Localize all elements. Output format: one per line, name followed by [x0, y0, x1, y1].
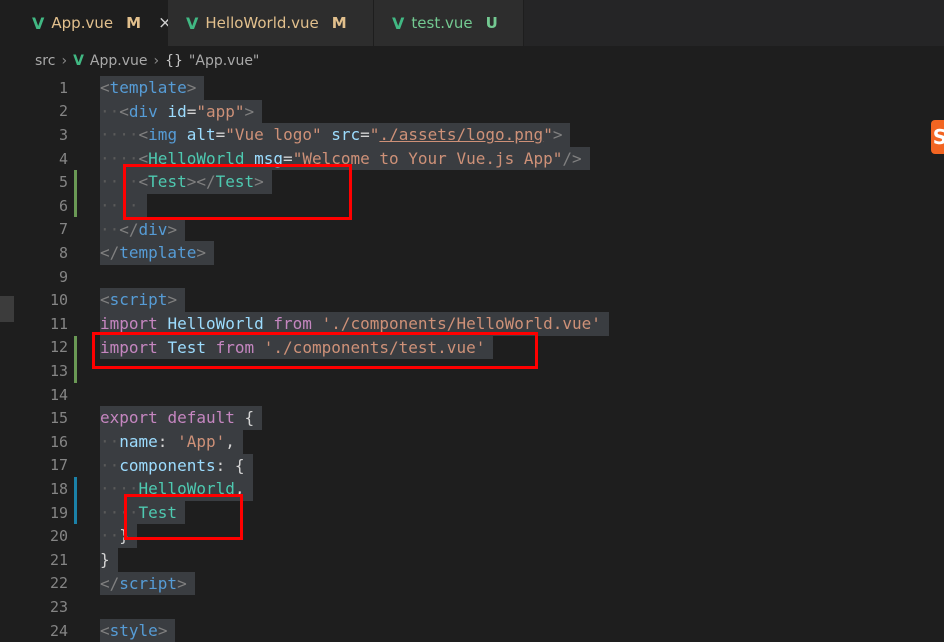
line-number: 3	[58, 125, 68, 144]
line-code: }	[100, 548, 118, 572]
tab-test-vue[interactable]: V test.vue U	[374, 0, 524, 46]
annotation-box-components-test	[124, 494, 243, 540]
line-number: 24	[49, 621, 68, 640]
vue-icon: V	[186, 13, 199, 33]
chevron-right-icon: ›	[153, 53, 160, 69]
line-number: 16	[49, 432, 68, 451]
breadcrumb-folder[interactable]: src	[35, 53, 55, 69]
code-line: 24 <style>	[0, 618, 944, 642]
tab-helloworld-vue[interactable]: V HelloWorld.vue M	[168, 0, 374, 46]
code-line: 10 <script>	[0, 288, 944, 312]
tab-bar-edge	[0, 0, 14, 46]
line-number: 8	[58, 243, 68, 262]
line-number: 5	[58, 173, 68, 192]
chevron-right-icon: ›	[61, 53, 68, 69]
line-code: </script>	[100, 571, 195, 596]
line-code: ··name: 'App',	[100, 430, 243, 454]
code-line: 23	[0, 595, 944, 619]
untracked-flag: U	[485, 14, 498, 32]
code-line: 8 </template>	[0, 241, 944, 265]
line-number: 1	[58, 78, 68, 97]
code-editor[interactable]: 1 <template> 2 ··<div id="app"> 3 ····<i…	[0, 76, 944, 642]
line-number: 10	[49, 291, 68, 310]
annotation-box-template-test	[123, 164, 352, 220]
line-number: 15	[49, 409, 68, 428]
tab-label: test.vue	[411, 14, 473, 32]
tab-label: HelloWorld.vue	[205, 14, 319, 32]
line-number: 14	[49, 385, 68, 404]
vue-icon: V	[32, 13, 45, 33]
floating-extension-icon[interactable]: S	[931, 120, 944, 154]
code-line: 14	[0, 383, 944, 407]
symbol-braces-icon: {}	[165, 53, 183, 69]
line-number: 22	[49, 574, 68, 593]
line-number: 4	[58, 149, 68, 168]
line-number: 9	[58, 267, 68, 286]
code-line: 3 ····<img alt="Vue logo" src="./assets/…	[0, 123, 944, 147]
vue-icon: V	[392, 13, 405, 33]
code-line: 22 </script>	[0, 571, 944, 596]
breadcrumb-file[interactable]: App.vue	[90, 53, 148, 69]
tab-app-vue[interactable]: V App.vue M ×	[14, 0, 172, 46]
modified-flag: M	[126, 14, 142, 32]
line-code: <script>	[100, 288, 186, 312]
line-number: 6	[58, 196, 68, 215]
line-number: 7	[58, 220, 68, 239]
vue-icon: V	[73, 53, 84, 69]
line-code: <template>	[100, 76, 205, 100]
code-line: 2 ··<div id="app">	[0, 99, 944, 124]
code-line: 21 }	[0, 548, 944, 572]
code-line: 1 <template>	[0, 76, 944, 100]
code-line: 16 ··name: 'App',	[0, 430, 944, 454]
line-code: ··<div id="app">	[100, 99, 263, 124]
line-number: 13	[49, 361, 68, 380]
tab-label: App.vue	[51, 14, 114, 32]
code-line: 17 ··components: {	[0, 453, 944, 478]
link-asset-path[interactable]: ./assets/logo.png	[379, 125, 543, 144]
line-code: ····<img alt="Vue logo" src="./assets/lo…	[100, 123, 571, 147]
line-number: 11	[49, 314, 68, 333]
line-code: ··</div>	[100, 217, 186, 242]
line-number: 18	[49, 479, 68, 498]
code-line: 7 ··</div>	[0, 217, 944, 242]
line-code: </template>	[100, 241, 214, 265]
line-number: 19	[49, 503, 68, 522]
editor-tab-bar: V App.vue M × V HelloWorld.vue M V test.…	[0, 0, 944, 46]
line-code: export default {	[100, 406, 263, 430]
line-number: 23	[49, 597, 68, 616]
line-number: 20	[49, 527, 68, 546]
code-line: 15 export default {	[0, 406, 944, 430]
line-code: ··components: {	[100, 453, 253, 478]
line-number: 17	[49, 456, 68, 475]
line-code: <style>	[100, 618, 176, 642]
line-number: 21	[49, 550, 68, 569]
breadcrumb-symbol[interactable]: "App.vue"	[189, 53, 259, 69]
breadcrumb: src › V App.vue › {} "App.vue"	[0, 46, 944, 76]
line-number: 2	[58, 102, 68, 121]
modified-flag: M	[331, 14, 347, 32]
line-number: 12	[49, 338, 68, 357]
annotation-box-import-test	[92, 332, 538, 369]
code-line: 9	[0, 265, 944, 289]
